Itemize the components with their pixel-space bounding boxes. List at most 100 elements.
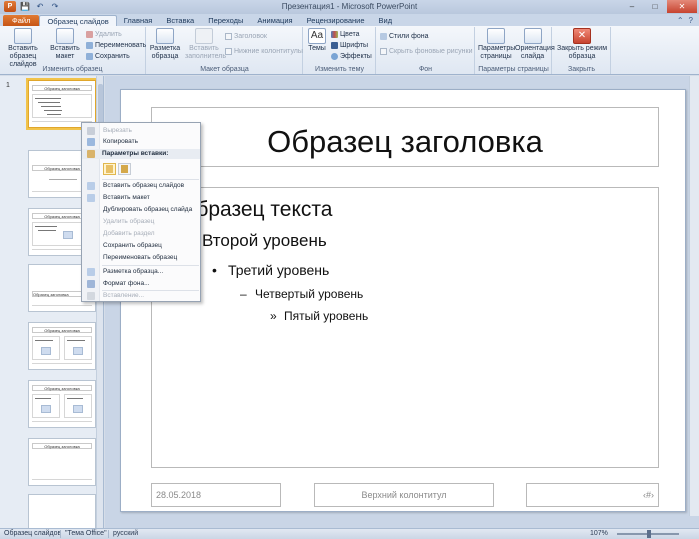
- rename-button[interactable]: Переименовать: [86, 41, 146, 50]
- footer-placeholder[interactable]: Верхний колонтитул: [314, 483, 494, 507]
- footers-checkbox[interactable]: Нижние колонтитулы: [225, 47, 303, 56]
- paste-picture-icon: [121, 165, 128, 173]
- group-label-close: Закрыть: [568, 66, 595, 73]
- slide-number-placeholder[interactable]: ‹#›: [526, 483, 659, 507]
- ribbon-minimize-icon[interactable]: ⌃: [677, 16, 684, 25]
- insert-master-icon: [87, 182, 95, 190]
- tab-slide-master[interactable]: Образец слайдов: [39, 15, 117, 26]
- themes-button[interactable]: Aa Темы: [306, 28, 328, 53]
- animation-icon: [87, 292, 95, 300]
- close-button[interactable]: ✕: [667, 0, 697, 13]
- text-level-4: Четвертый уровень: [255, 287, 364, 301]
- tab-transitions[interactable]: Переходы: [201, 15, 250, 26]
- text-level-3: Третий уровень: [228, 262, 330, 278]
- group-page-setup: Параметры страницы Ориентация слайда Пар…: [476, 27, 555, 74]
- footers-check-icon: [225, 48, 232, 55]
- group-background: Стили фона Скрыть фоновые рисунки Фон: [377, 27, 475, 74]
- thumbnail-two-content-layout[interactable]: Образец заголовка: [28, 322, 96, 370]
- insert-placeholder-button[interactable]: Вставить заполнитель: [185, 28, 226, 61]
- text-level-5: Пятый уровень: [284, 309, 369, 323]
- group-label-edit-master: Изменить образец: [42, 66, 103, 73]
- menu-item-animation[interactable]: Вставление...: [82, 291, 200, 301]
- zoom-level[interactable]: 107%: [590, 530, 608, 537]
- background-styles-icon: [380, 33, 387, 40]
- maximize-button[interactable]: □: [644, 0, 666, 13]
- hide-graphics-checkbox[interactable]: Скрыть фоновые рисунки: [380, 47, 472, 56]
- page-setup-button[interactable]: Параметры страницы: [478, 28, 515, 61]
- minimize-button[interactable]: –: [621, 0, 643, 13]
- layout-icon: [56, 28, 74, 44]
- window-title: Презентация1 - Microsoft PowerPoint: [281, 2, 418, 11]
- thumbnail-slide-master[interactable]: Образец заголовка: [26, 78, 98, 130]
- background-styles-button[interactable]: Стили фона: [380, 32, 429, 41]
- group-edit-master: Вставить образец слайдов Вставить макет …: [0, 27, 146, 74]
- thumbnail-title-only-layout[interactable]: Образец заголовка: [28, 438, 96, 486]
- page-setup-icon: [487, 28, 505, 44]
- menu-item-rename-master[interactable]: Переименовать образец: [82, 253, 200, 263]
- thumbnail-comparison-layout[interactable]: Образец заголовка: [28, 380, 96, 428]
- close-master-view-button[interactable]: ✕ Закрыть режим образца: [555, 28, 609, 61]
- effects-button[interactable]: Эффекты: [331, 52, 372, 61]
- colors-icon: [331, 31, 338, 38]
- orientation-icon: [523, 28, 542, 44]
- menu-item-duplicate-master[interactable]: Дублировать образец слайда: [82, 205, 200, 215]
- insert-layout-button[interactable]: Вставить макет: [48, 28, 82, 61]
- bullet-level-3: •: [212, 262, 217, 278]
- menu-item-insert-layout[interactable]: Вставить макет: [82, 193, 200, 203]
- tab-view[interactable]: Вид: [372, 15, 400, 26]
- footer-text: Верхний колонтитул: [361, 490, 447, 500]
- date-placeholder[interactable]: 28.05.2018: [151, 483, 281, 507]
- menu-item-add-section[interactable]: Добавить раздел: [82, 229, 200, 239]
- fonts-button[interactable]: Шрифты: [331, 41, 368, 50]
- menu-item-preserve-master[interactable]: Сохранить образец: [82, 241, 200, 251]
- menu-item-format-background[interactable]: Формат фона...: [82, 279, 200, 289]
- help-icon[interactable]: ?: [689, 16, 693, 25]
- hide-graphics-check-icon: [380, 48, 387, 55]
- tab-home[interactable]: Главная: [117, 15, 160, 26]
- title-bar: P 💾 ↶ ↷ Презентация1 - Microsoft PowerPo…: [0, 0, 699, 14]
- rename-icon: [86, 42, 93, 49]
- group-master-layout: Разметка образца Вставить заполнитель За…: [147, 27, 303, 74]
- slide-number: ‹#›: [643, 490, 654, 500]
- menu-item-insert-slide-master[interactable]: Вставить образец слайдов: [82, 181, 200, 191]
- thumbnail-blank-layout[interactable]: [28, 494, 96, 528]
- format-background-icon: [87, 280, 95, 288]
- placeholder-icon: [195, 28, 213, 44]
- editor-vertical-scrollbar[interactable]: [689, 76, 699, 516]
- paste-option-keep-formatting[interactable]: [103, 163, 116, 175]
- body-placeholder[interactable]: Образец текста • Второй уровень • Третий…: [151, 187, 659, 468]
- colors-button[interactable]: Цвета: [331, 30, 360, 39]
- text-level-2: Второй уровень: [202, 231, 327, 250]
- slide-title: Образец заголовка: [267, 124, 543, 159]
- slide-canvas[interactable]: Образец заголовка Образец текста • Второ…: [120, 89, 686, 512]
- group-label-master-layout: Макет образца: [200, 66, 249, 73]
- master-layout-menu-icon: [87, 268, 95, 276]
- zoom-slider-knob[interactable]: [647, 530, 651, 538]
- fonts-icon: [331, 42, 338, 49]
- thumbnail-number: 1: [6, 82, 10, 89]
- master-layout-button[interactable]: Разметка образца: [148, 28, 182, 61]
- status-language[interactable]: русский: [113, 530, 138, 537]
- title-checkbox[interactable]: Заголовок: [225, 32, 267, 41]
- insert-slide-master-button[interactable]: Вставить образец слайдов: [2, 28, 44, 69]
- menu-item-master-layout[interactable]: Разметка образца...: [82, 267, 200, 277]
- menu-item-delete-master[interactable]: Удалить образец: [82, 217, 200, 227]
- menu-item-cut[interactable]: Вырезать: [82, 126, 200, 136]
- title-placeholder[interactable]: Образец заголовка: [151, 107, 659, 167]
- tab-file[interactable]: Файл: [3, 15, 40, 26]
- tab-insert[interactable]: Вставка: [159, 15, 201, 26]
- tab-animations[interactable]: Анимация: [250, 15, 299, 26]
- close-master-icon: ✕: [573, 28, 591, 44]
- paste-option-picture[interactable]: [118, 163, 131, 175]
- group-close: ✕ Закрыть режим образца Закрыть: [553, 27, 611, 74]
- tab-review[interactable]: Рецензирование: [300, 15, 372, 26]
- menu-item-copy[interactable]: Копировать: [82, 137, 200, 147]
- group-label-edit-theme: Изменить тему: [315, 66, 364, 73]
- effects-icon: [331, 53, 338, 60]
- bullet-level-5: »: [270, 309, 277, 323]
- slide-orientation-button[interactable]: Ориентация слайда: [515, 28, 555, 61]
- slide-master-icon: [14, 28, 32, 44]
- delete-button[interactable]: Удалить: [86, 30, 122, 39]
- preserve-button[interactable]: Сохранить: [86, 52, 130, 61]
- copy-icon: [87, 138, 95, 146]
